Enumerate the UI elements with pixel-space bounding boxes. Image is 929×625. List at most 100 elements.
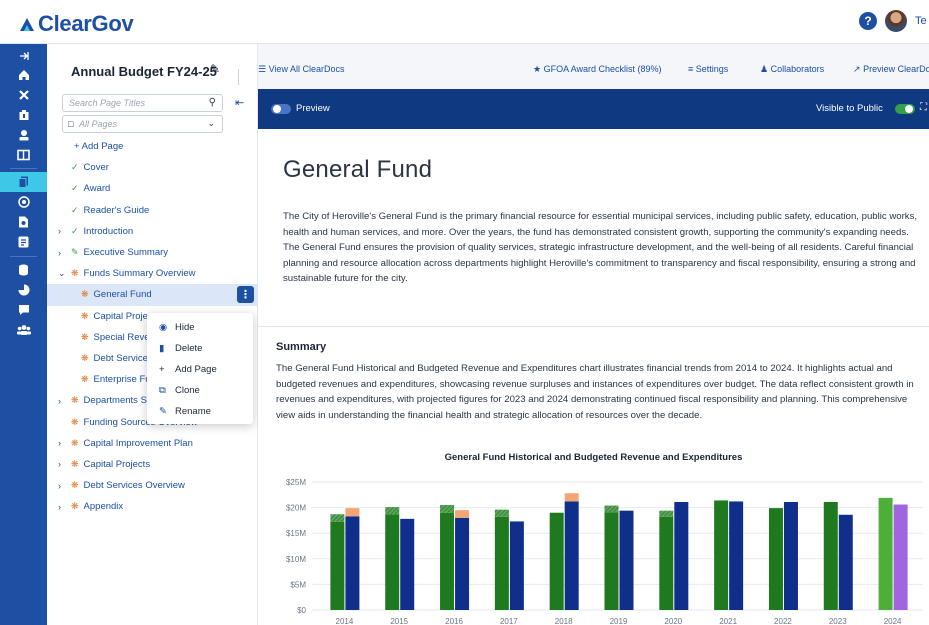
chevron-right-icon[interactable]: › (58, 459, 61, 469)
logo-text: ClearGov (38, 11, 134, 36)
x-tick-label: 2020 (664, 617, 682, 625)
in-progress-icon: ❋ (71, 458, 79, 469)
bar-revenue (494, 516, 509, 610)
bar-revenue (549, 512, 564, 610)
avatar[interactable] (885, 10, 907, 32)
tree-item-label: Funds Summary Overview (83, 268, 196, 280)
document-dollar-icon[interactable] (0, 212, 47, 232)
budget-icon[interactable] (0, 105, 47, 125)
settings-link[interactable]: ≡ Settings (688, 64, 728, 74)
tree-item-label: Introduction (83, 225, 134, 237)
tools-icon[interactable] (0, 85, 47, 105)
page-context-menu: ◉ Hide ▮ Delete + Add Page ⧉ Clone ✎ Rename (147, 313, 253, 424)
tree-item-label: General Fund (93, 289, 152, 301)
cleardocs-icon[interactable] (0, 172, 47, 192)
in-progress-icon: ❋ (81, 352, 89, 363)
chevron-right-icon[interactable]: › (58, 226, 61, 236)
tree-item[interactable]: › ❋ Capital Projects (47, 454, 258, 475)
add-page-label: + Add Page (74, 141, 124, 153)
x-tick-label: 2018 (555, 617, 573, 625)
cleargov-logo[interactable]: ClearGov (18, 11, 134, 37)
user-dollar-icon[interactable] (0, 125, 47, 145)
summary-heading: Summary (276, 341, 327, 353)
bar-revenue-surplus (385, 507, 400, 515)
bar-revenue (878, 497, 893, 610)
chevron-right-icon[interactable]: › (58, 396, 61, 406)
settings-label: Settings (695, 64, 729, 74)
x-tick-label: 2024 (884, 617, 902, 625)
preview-cleardoc-link[interactable]: ↗ Preview ClearDoc (853, 64, 929, 75)
bar-expenditure (838, 514, 853, 610)
home-icon[interactable] (0, 65, 47, 85)
top-bar: ClearGov ? Te (0, 0, 929, 44)
bar-expenditure (729, 501, 744, 610)
topbar-user: ? Te (859, 10, 929, 32)
tree-item-label: Reader's Guide (83, 204, 150, 216)
menu-item-rename[interactable]: ✎ Rename (147, 401, 253, 422)
chevron-right-icon[interactable]: › (58, 502, 61, 512)
tree-item[interactable]: ✓ Award (47, 178, 258, 199)
visible-to-public-toggle[interactable] (895, 104, 915, 114)
collaborators-link[interactable]: ♟ Collaborators (760, 64, 824, 75)
chevron-right-icon[interactable]: › (58, 248, 61, 258)
bar-expenditure-over-budget (455, 510, 470, 518)
chat-icon[interactable] (0, 300, 47, 320)
tree-item[interactable]: › ✎ Executive Summary (47, 242, 258, 263)
fullscreen-icon[interactable]: ⛶ (920, 102, 927, 113)
bar-expenditure-over-budget (345, 508, 360, 517)
menu-item-clone[interactable]: ⧉ Clone (147, 380, 253, 401)
pages-filter-select[interactable]: □ All Pages ⌄ (62, 115, 223, 133)
search-page-titles-input[interactable]: Search Page Titles ⚲ (62, 94, 223, 112)
pie-chart-icon[interactable] (0, 280, 47, 300)
search-icon[interactable]: ⚲ (209, 97, 216, 108)
preview-toggle[interactable] (271, 104, 291, 114)
check-circle-icon: ✓ (71, 162, 79, 173)
tree-item[interactable]: › ❋ Debt Services Overview (47, 475, 258, 496)
database-icon[interactable] (0, 260, 47, 280)
tree-item[interactable]: › ❋ Capital Improvement Plan (47, 433, 258, 454)
tree-item[interactable]: › ❋ Appendix (47, 496, 258, 517)
tree-item-label: Debt Services Overview (83, 480, 185, 492)
bar-revenue-surplus (659, 510, 674, 517)
user-name[interactable]: Te (915, 15, 929, 27)
tree-item[interactable]: ✓ Reader's Guide (47, 200, 258, 221)
in-progress-icon: ❋ (71, 268, 79, 279)
tree-item[interactable]: › ✓ Introduction (47, 221, 258, 242)
in-progress-icon: ❋ (81, 374, 89, 385)
form-icon[interactable] (0, 232, 47, 252)
x-tick-label: 2015 (390, 617, 408, 625)
external-link-icon: ↗ (853, 64, 861, 74)
gfoa-checklist-link[interactable]: ★ GFOA Award Checklist (89%) (533, 64, 661, 75)
tree-item[interactable]: ⌄ ❋ Funds Summary Overview (47, 263, 258, 284)
tree-item-label: Capital Projects (83, 458, 151, 470)
users-icon[interactable] (0, 320, 47, 340)
view-all-label: View All ClearDocs (268, 64, 345, 74)
add-page-button[interactable]: + Add Page (47, 136, 258, 157)
view-all-cleardocs-link[interactable]: ☰ View All ClearDocs (238, 64, 345, 85)
in-progress-icon: ❋ (71, 501, 79, 512)
page-options-button[interactable]: ⋮ (237, 286, 254, 304)
edit-title-icon[interactable]: ✎ (210, 62, 220, 76)
bar-expenditure (619, 510, 634, 610)
collapse-sidebar-icon[interactable]: ⇤ (235, 96, 244, 109)
bar-expenditure (893, 504, 908, 610)
bar-revenue (440, 512, 455, 610)
expand-rail-icon[interactable] (0, 46, 47, 66)
help-icon[interactable]: ? (859, 12, 877, 30)
tree-item[interactable]: ✓ Cover (47, 157, 258, 178)
x-tick-label: 2019 (610, 617, 628, 625)
tree-item[interactable]: ❋ General Fund ⋮ (47, 284, 258, 306)
menu-item-add-page[interactable]: + Add Page (147, 359, 253, 380)
menu-item-hide[interactable]: ◉ Hide (147, 317, 253, 338)
bar-revenue (714, 500, 729, 610)
chevron-down-icon[interactable]: ⌄ (58, 268, 66, 279)
users-icon: ♟ (760, 64, 769, 74)
x-tick-label: 2022 (774, 617, 792, 625)
menu-item-delete[interactable]: ▮ Delete (147, 338, 253, 359)
goals-icon[interactable] (0, 192, 47, 212)
settings-sliders-icon: ≡ (688, 64, 694, 74)
chevron-right-icon[interactable]: › (58, 481, 61, 491)
menu-item-label: Hide (175, 322, 195, 333)
book-icon[interactable] (0, 145, 47, 165)
chevron-right-icon[interactable]: › (58, 438, 61, 448)
